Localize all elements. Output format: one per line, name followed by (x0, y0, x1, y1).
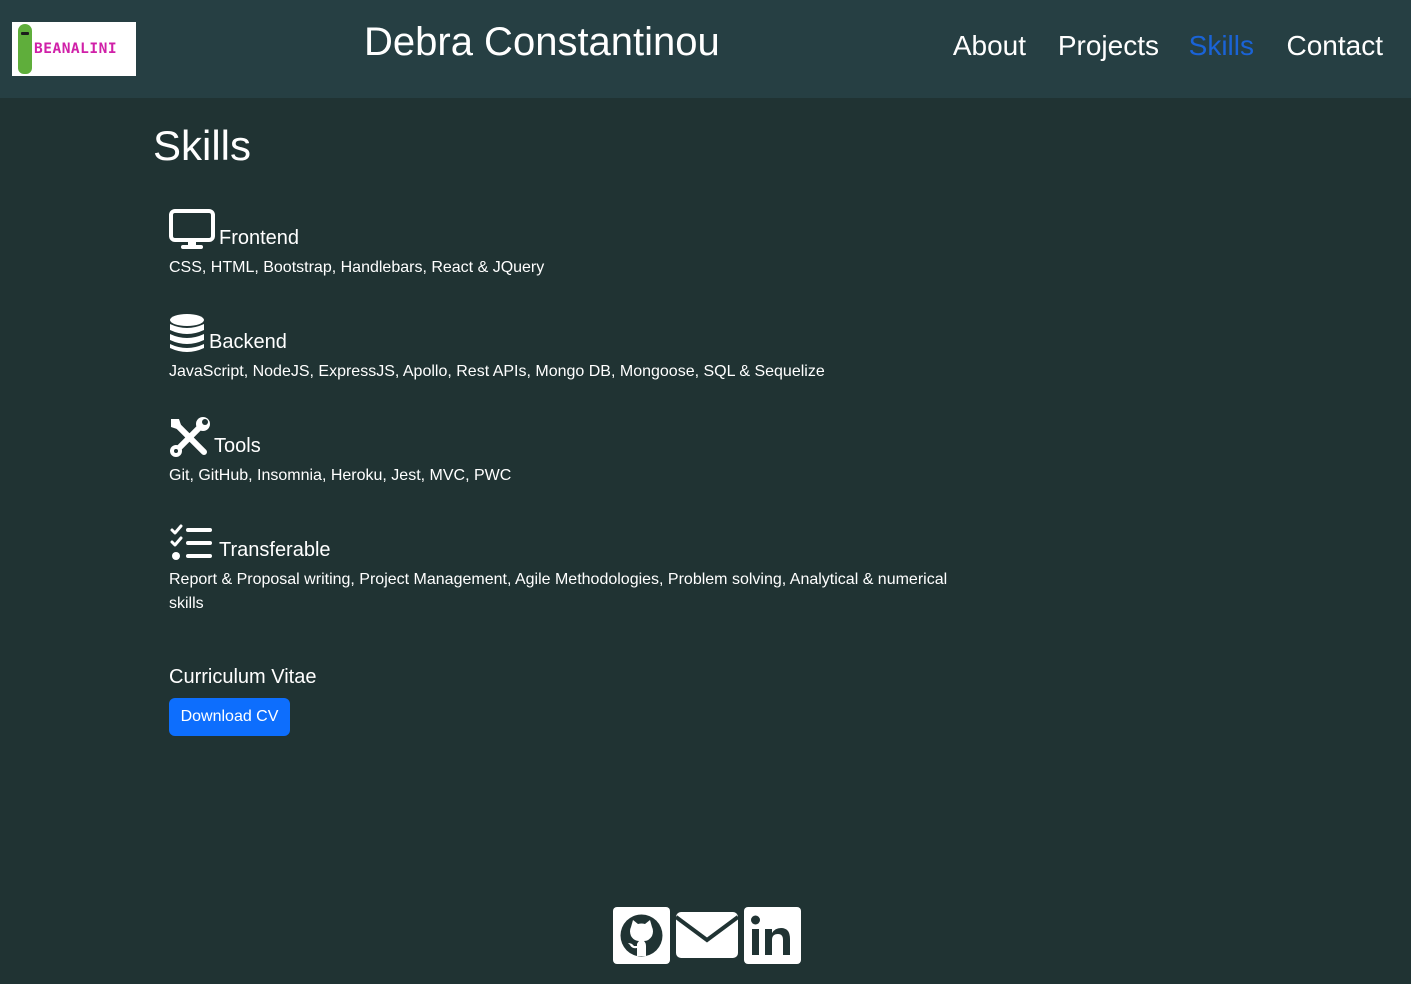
site-header: BEANALINI Debra Constantinou About Proje… (0, 0, 1411, 98)
desktop-icon (169, 209, 215, 249)
logo-text: BEANALINI (34, 41, 118, 57)
skill-title: Tools (214, 435, 261, 457)
social-links (613, 907, 801, 969)
skill-title: Backend (209, 331, 287, 353)
linkedin-icon (744, 907, 801, 964)
skill-description: JavaScript, NodeJS, ExpressJS, Apollo, R… (169, 363, 825, 380)
skill-backend: Backend JavaScript, NodeJS, ExpressJS, A… (169, 312, 949, 384)
download-cv-button[interactable]: Download CV (169, 698, 290, 736)
nav-about[interactable]: About (953, 30, 1026, 62)
skill-title: Transferable (219, 539, 331, 561)
email-link[interactable] (674, 907, 740, 969)
checklist-icon (170, 524, 212, 560)
skill-description: Report & Proposal writing, Project Manag… (169, 571, 948, 612)
nav-projects[interactable]: Projects (1058, 30, 1159, 62)
skill-frontend: Frontend CSS, HTML, Bootstrap, Handlebar… (169, 208, 949, 280)
skill-description: Git, GitHub, Insomnia, Heroku, Jest, MVC… (169, 467, 512, 484)
linkedin-link[interactable] (744, 907, 801, 969)
skill-tools: Tools Git, GitHub, Insomnia, Heroku, Jes… (169, 416, 949, 488)
nav-contact[interactable]: Contact (1287, 30, 1384, 62)
bean-mascot-icon (18, 24, 32, 74)
tools-icon (170, 417, 210, 457)
database-icon (170, 314, 204, 352)
site-title: Debra Constantinou (364, 20, 720, 64)
github-link[interactable] (613, 907, 670, 969)
skill-description: CSS, HTML, Bootstrap, Handlebars, React … (169, 259, 545, 276)
page-title: Skills (153, 122, 252, 169)
envelope-icon (674, 912, 740, 958)
skill-title: Frontend (219, 227, 300, 249)
skill-transferable: Transferable Report & Proposal writing, … (169, 520, 949, 616)
site-logo[interactable]: BEANALINI (12, 22, 136, 76)
cv-label: Curriculum Vitae (169, 666, 317, 688)
nav-skills[interactable]: Skills (1189, 30, 1254, 62)
github-icon (613, 907, 670, 964)
